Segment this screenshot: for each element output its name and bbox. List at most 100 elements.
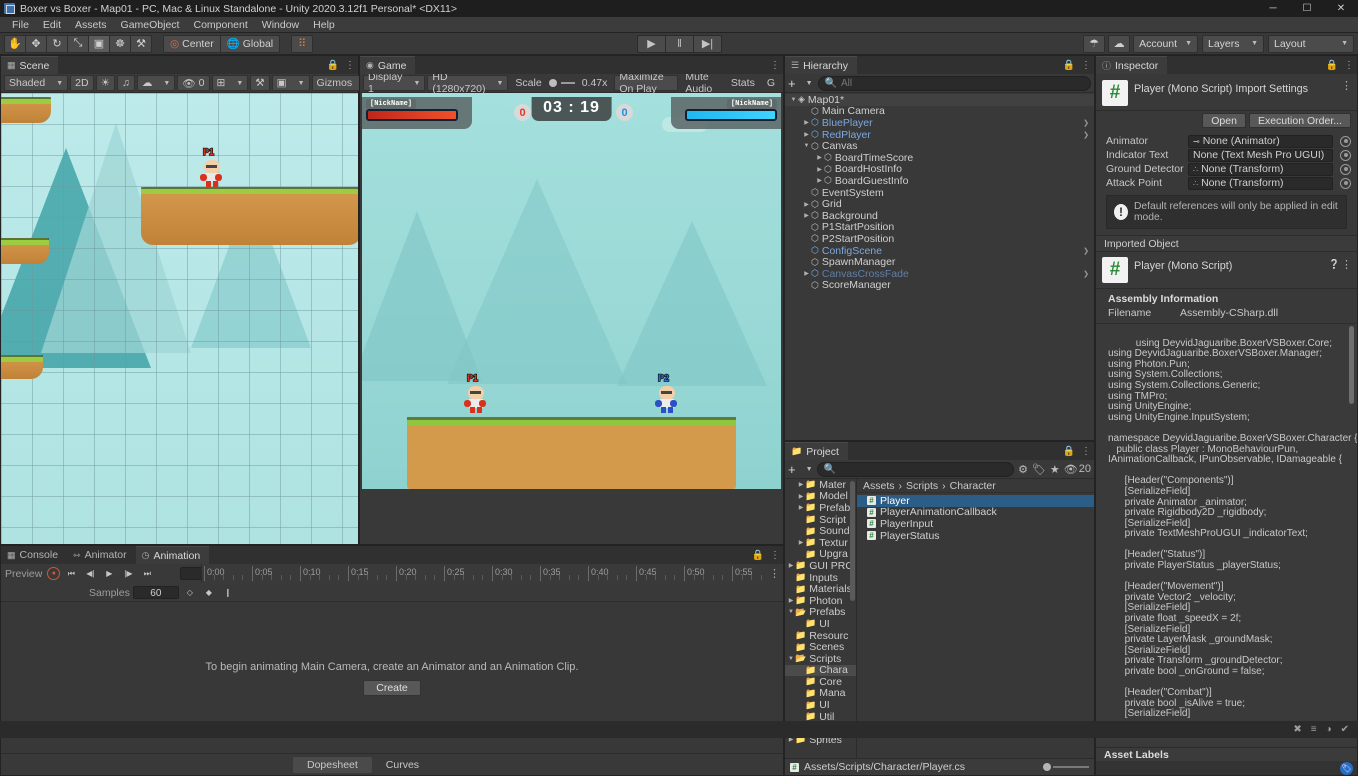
hierarchy-item-canvas[interactable]: ▼ ⬡ Canvas (785, 140, 1094, 152)
lock-icon[interactable]: 🔒 (752, 550, 764, 561)
project-folder-upgra[interactable]: 📁 Upgra (785, 548, 856, 560)
stats-toggle[interactable]: Stats (726, 75, 760, 91)
tab-scene[interactable]: ▦ Scene (1, 56, 59, 74)
custom-tool-button[interactable]: ⚒ (130, 34, 152, 53)
menu-item-window[interactable]: Window (255, 17, 306, 33)
project-zoom-slider[interactable] (1043, 763, 1089, 771)
hierarchy-item-eventsystem[interactable]: ⬡ EventSystem (785, 187, 1094, 199)
chevron-right-icon[interactable]: ▶ (787, 562, 795, 569)
hierarchy-tree[interactable]: ▼ ◈ Map01* ⬡ Main Camera ▶ ⬡ BluePlayer ❯ ▶ ⬡ RedPl… (785, 94, 1094, 440)
hierarchy-item-scoremanager[interactable]: ⬡ ScoreManager (785, 279, 1094, 291)
menu-item-file[interactable]: File (5, 17, 36, 33)
chevron-right-icon[interactable]: ▶ (815, 166, 824, 173)
tab-project[interactable]: 📁 Project (785, 442, 848, 460)
step-button[interactable]: ▶| (693, 34, 722, 53)
menu-item-help[interactable]: Help (306, 17, 342, 33)
audio-toggle-button[interactable]: ♫ (117, 75, 135, 91)
grid-visibility-button[interactable]: ⊞ ▼ (211, 75, 249, 91)
hierarchy-item-spawnmanager[interactable]: ⬡ SpawnManager (785, 256, 1094, 268)
create-animation-button[interactable]: Create (363, 679, 421, 696)
project-folder-materials[interactable]: 📁 Materials (785, 583, 856, 595)
hierarchy-item-redplayer[interactable]: ▶ ⬡ RedPlayer ❯ (785, 129, 1094, 141)
more-options-icon[interactable]: ⋮ (1081, 60, 1091, 71)
minimize-button[interactable]: ─ (1256, 0, 1290, 17)
project-folder-prefab[interactable]: ▶ 📁 Prefab (785, 502, 856, 514)
hierarchy-item-boardhostinfo[interactable]: ▶ ⬡ BoardHostInfo (785, 163, 1094, 175)
project-folder-prefabs[interactable]: ▼ 📂 Prefabs (785, 606, 856, 618)
display-dropdown[interactable]: Display 1 ▼ (363, 71, 426, 95)
asset-list[interactable]: # Player # PlayerAnimationCallback # PlayerIn… (857, 493, 1094, 542)
samples-field[interactable]: 60 (132, 586, 179, 599)
chevron-right-icon[interactable]: ▶ (802, 270, 811, 277)
asset-labels-body[interactable]: 🏷 (1096, 761, 1357, 775)
object-picker-icon[interactable] (1340, 135, 1351, 147)
play-animation-button[interactable]: ▶ (101, 566, 117, 581)
object-field[interactable]: ∴ None (Transform) (1188, 176, 1333, 190)
more-options-icon[interactable]: ⋮ (770, 60, 780, 71)
chevron-right-icon[interactable]: ▶ (797, 493, 805, 500)
project-folder-sound[interactable]: 📁 Sound (785, 525, 856, 537)
label-tag-icon[interactable]: 🏷 (1340, 762, 1353, 775)
hierarchy-search-input[interactable]: 🔍 All (817, 75, 1091, 91)
breadcrumb-item-scripts[interactable]: Scripts (906, 480, 938, 492)
status-icon-4[interactable]: ✔ (1341, 724, 1349, 735)
project-folder-script[interactable]: 📁 Script (785, 514, 856, 526)
hierarchy-item-configscene[interactable]: ⬡ ConfigScene ❯ (785, 245, 1094, 257)
chevron-down-icon[interactable]: ▼ (787, 609, 795, 615)
hierarchy-item-background[interactable]: ▶ ⬡ Background (785, 210, 1094, 222)
project-folder-scripts[interactable]: ▼ 📂 Scripts (785, 653, 856, 665)
chevron-right-icon[interactable]: ▶ (797, 539, 805, 546)
resolution-dropdown[interactable]: HD (1280x720) ▼ (427, 71, 509, 95)
chevron-right-icon[interactable]: ❯ (1083, 119, 1089, 127)
tab-console[interactable]: ▦ Console (1, 546, 67, 564)
object-field[interactable]: ∴ None (Transform) (1188, 162, 1333, 176)
chevron-right-icon[interactable]: ❯ (1083, 131, 1089, 139)
menu-item-edit[interactable]: Edit (36, 17, 68, 33)
inspector-scrollbar[interactable] (1349, 326, 1354, 404)
breadcrumb-item-assets[interactable]: Assets (863, 480, 895, 492)
project-folder-tree[interactable]: ▶ 📁 Mater ▶ 📁 Model ▶ 📁 Prefab 📁 Script 📁 Sound ▶ 📁 Tex… (785, 479, 857, 758)
project-folder-ui[interactable]: 📁 UI (785, 699, 856, 711)
chevron-down-icon[interactable]: ▼ (802, 143, 811, 149)
hierarchy-item-p2startposition[interactable]: ⬡ P2StartPosition (785, 233, 1094, 245)
asset-item-player[interactable]: # Player (857, 495, 1094, 507)
lock-icon[interactable]: 🔒 (1063, 446, 1075, 457)
game-gizmos-dropdown[interactable]: G (762, 75, 780, 91)
tab-inspector[interactable]: ⓘ Inspector (1096, 56, 1168, 74)
chevron-right-icon[interactable]: ❯ (1083, 247, 1089, 255)
chevron-right-icon[interactable]: ▶ (797, 504, 805, 511)
tab-animator[interactable]: ⇿ Animator (67, 546, 136, 564)
menu-item-component[interactable]: Component (186, 17, 254, 33)
object-picker-icon[interactable] (1340, 177, 1351, 189)
lock-icon[interactable]: 🔒 (1063, 60, 1075, 71)
snap-settings-button[interactable]: ⠿ (291, 34, 314, 53)
status-icon-2[interactable]: ≡ (1311, 724, 1317, 735)
scene-player-1[interactable]: P1 (200, 146, 223, 187)
chevron-right-icon[interactable]: ▶ (797, 481, 805, 488)
project-folder-core[interactable]: 📁 Core (785, 676, 856, 688)
move-tool-button[interactable]: ✥ (25, 34, 47, 53)
timeline-options-icon[interactable]: ⋮ (769, 567, 780, 580)
hidden-objects-button[interactable]: 👁 0 (177, 75, 210, 91)
layers-dropdown[interactable]: Layers ▼ (1202, 34, 1264, 53)
tab-hierarchy[interactable]: ☰ Hierarchy (785, 56, 858, 74)
prev-frame-button[interactable]: ◀| (82, 566, 98, 581)
account-dropdown[interactable]: Account ▼ (1133, 34, 1198, 53)
project-folder-gui-pro[interactable]: ▶ 📁 GUI PRO (785, 560, 856, 572)
search-by-label-icon[interactable]: 🏷 (1032, 463, 1046, 476)
hierarchy-item-p1startposition[interactable]: ⬡ P1StartPosition (785, 221, 1094, 233)
project-folder-photon[interactable]: ▶ 📁 Photon (785, 595, 856, 607)
project-folder-mana[interactable]: 📁 Mana (785, 687, 856, 699)
menu-item-gameobject[interactable]: GameObject (114, 17, 187, 33)
add-property-button[interactable]: ❙ (220, 585, 236, 600)
play-button[interactable]: ▶ (637, 34, 666, 53)
tab-game[interactable]: ◉ Game (360, 56, 416, 74)
add-event-button[interactable]: ◆ (201, 585, 217, 600)
hierarchy-item-grid[interactable]: ▶ ⬡ Grid (785, 198, 1094, 210)
rotate-tool-button[interactable]: ↻ (46, 34, 68, 53)
hand-tool-button[interactable]: ✋ (4, 34, 26, 53)
search-by-type-icon[interactable]: ⚙ (1018, 463, 1028, 476)
chevron-right-icon[interactable]: ▶ (815, 154, 824, 161)
chevron-down-icon[interactable]: ▼ (789, 97, 798, 103)
cloud-button[interactable]: ☁ (1108, 34, 1131, 53)
